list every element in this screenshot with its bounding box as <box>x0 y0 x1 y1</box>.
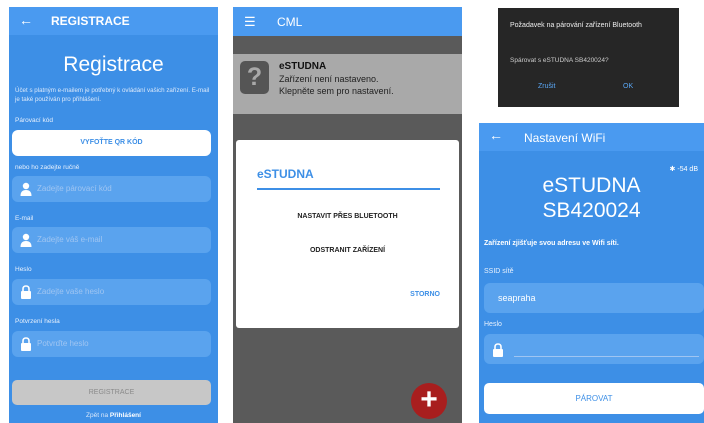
login-link[interactable]: Přihlášení <box>110 412 141 419</box>
pair-button[interactable]: PÁROVAT <box>484 383 704 414</box>
question-mark-icon: ? <box>240 61 269 94</box>
input-underline <box>514 356 699 357</box>
pairing-label: Párovací kód <box>15 117 53 124</box>
app-bar: ☰ CML <box>233 7 462 36</box>
app-bar-title: Nastavení WiFi <box>524 131 606 145</box>
lock-icon <box>493 343 503 357</box>
email-placeholder: Zadejte váš e-mail <box>37 235 103 244</box>
app-bar-title: CML <box>277 15 303 29</box>
back-arrow-icon[interactable]: ← <box>19 12 33 28</box>
device-name: eSTUDNA <box>279 61 327 72</box>
manual-entry-label: nebo ho zadejte ručně <box>15 164 80 171</box>
dialog-title: Požadavek na párování zařízení Bluetooth <box>510 22 642 29</box>
register-button[interactable]: REGISTRACE <box>12 380 211 405</box>
device-hint: Klepněte sem pro nastavení. <box>279 86 394 96</box>
signal-strength: ✱ -54 dB <box>670 165 698 173</box>
bluetooth-pairing-dialog: Požadavek na párování zařízení Bluetooth… <box>498 8 679 107</box>
back-arrow-icon[interactable]: ← <box>489 127 503 143</box>
cancel-button[interactable]: STORNO <box>410 291 440 298</box>
signal-value: -54 dB <box>677 166 698 173</box>
lock-icon <box>21 285 31 299</box>
device-serial: SB420024 <box>542 199 641 222</box>
app-bar-title: REGISTRACE <box>51 14 130 28</box>
hamburger-menu-icon[interactable]: ☰ <box>244 14 256 30</box>
wifi-setup-screen: ← Nastavení WiFi ✱ -54 dB eSTUDNA SB4200… <box>479 123 704 423</box>
registration-screen: ← REGISTRACE Registrace Účet s platným e… <box>9 7 218 423</box>
app-bar: ← REGISTRACE <box>9 7 218 35</box>
footer-prefix: Zpět na <box>86 412 109 419</box>
page-title: Registrace <box>63 53 164 76</box>
password-input[interactable]: Zadejte vaše heslo <box>12 279 211 305</box>
ssid-value: seapraha <box>498 293 536 303</box>
password-placeholder: Zadejte vaše heslo <box>37 287 105 296</box>
description: Účet s platným e-mailem je potřebný k ov… <box>15 87 210 103</box>
dialog-divider <box>257 188 440 190</box>
pairing-code-input[interactable]: Zadejte párovací kód <box>12 176 211 202</box>
email-label: E-mail <box>15 215 34 222</box>
pairing-code-placeholder: Zadejte párovací kód <box>37 184 112 193</box>
user-icon <box>20 182 32 196</box>
password-label: Heslo <box>484 321 502 328</box>
device-list-item[interactable]: ? eSTUDNA Zařízení není nastaveno. Klepn… <box>233 54 462 114</box>
password-label: Heslo <box>15 266 32 273</box>
lock-icon <box>21 337 31 351</box>
device-name: eSTUDNA <box>542 174 641 197</box>
setup-bluetooth-option[interactable]: NASTAVIT PŘES BLUETOOTH <box>236 213 459 220</box>
confirm-password-placeholder: Potvrďte heslo <box>37 339 89 348</box>
confirm-password-label: Potvrzení hesla <box>15 318 60 325</box>
cancel-button[interactable]: Zrušit <box>538 83 556 90</box>
bluetooth-icon: ✱ <box>669 166 676 173</box>
dialog-message: Spárovat s eSTUDNA SB420024? <box>510 57 609 64</box>
ssid-label: SSID sítě <box>484 268 514 275</box>
devices-screen: ☰ CML ? eSTUDNA Zařízení není nastaveno.… <box>233 7 462 423</box>
app-bar: ← Nastavení WiFi <box>479 123 704 151</box>
remove-device-option[interactable]: ODSTRANIT ZAŘÍZENÍ <box>236 247 459 254</box>
ok-button[interactable]: OK <box>623 83 633 90</box>
device-status: Zařízení není nastaveno. <box>279 74 379 84</box>
confirm-password-input[interactable]: Potvrďte heslo <box>12 331 211 357</box>
user-icon <box>20 233 32 247</box>
email-input[interactable]: Zadejte váš e-mail <box>12 227 211 253</box>
info-text: Zařízení zjišťuje svou adresu ve Wifi sí… <box>484 240 619 247</box>
device-options-dialog: eSTUDNA NASTAVIT PŘES BLUETOOTH ODSTRANI… <box>236 140 459 328</box>
wifi-password-input[interactable] <box>484 334 704 364</box>
ssid-input[interactable]: seapraha <box>484 283 704 313</box>
scan-qr-button[interactable]: VYFOŤTE QR KÓD <box>12 130 211 156</box>
footer-back-to-login: Zpět na Přihlášení <box>9 412 218 419</box>
dialog-title: eSTUDNA <box>257 167 314 181</box>
add-device-button[interactable]: + <box>411 383 447 419</box>
